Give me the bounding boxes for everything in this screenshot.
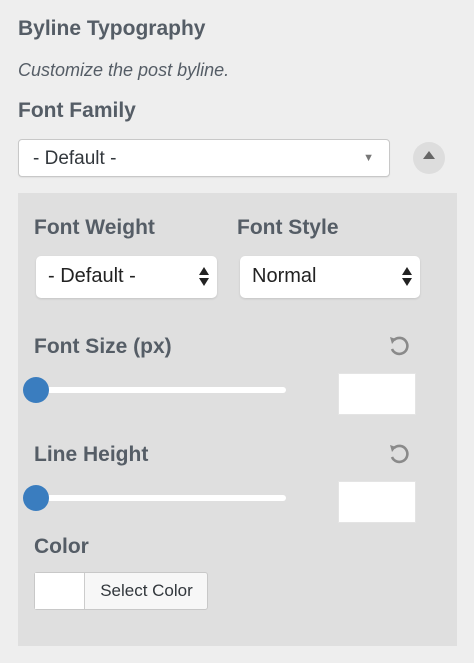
line-height-label: Line Height <box>34 443 149 466</box>
color-swatch[interactable] <box>35 573 85 609</box>
font-style-value: Normal <box>252 265 317 287</box>
font-size-input[interactable] <box>338 373 416 415</box>
undo-icon[interactable] <box>386 441 412 467</box>
advanced-typography-panel: Font Weight - Default - Font Style Norma… <box>18 193 457 646</box>
color-picker[interactable]: Select Color <box>34 572 208 610</box>
font-family-select[interactable]: - Default - ▼ <box>18 139 390 177</box>
select-color-button[interactable]: Select Color <box>86 573 207 609</box>
collapse-toggle-button[interactable] <box>413 142 445 174</box>
typography-settings: Byline Typography Customize the post byl… <box>0 0 474 663</box>
select-arrows-icon <box>402 264 414 290</box>
line-height-input[interactable] <box>338 481 416 523</box>
font-style-label: Font Style <box>237 216 339 239</box>
font-weight-label: Font Weight <box>34 216 155 239</box>
section-description: Customize the post byline. <box>18 60 230 80</box>
font-weight-select[interactable]: - Default - <box>36 256 217 298</box>
line-height-slider-thumb[interactable] <box>23 485 49 511</box>
line-height-slider-track[interactable] <box>34 495 286 501</box>
section-title: Byline Typography <box>18 17 206 40</box>
font-size-slider-track[interactable] <box>34 387 286 393</box>
font-family-label: Font Family <box>18 99 136 122</box>
font-weight-value: - Default - <box>48 265 136 287</box>
select-arrows-icon <box>199 264 211 290</box>
dropdown-caret-icon: ▼ <box>363 152 374 164</box>
font-size-slider-thumb[interactable] <box>23 377 49 403</box>
undo-icon[interactable] <box>386 333 412 359</box>
font-style-select[interactable]: Normal <box>240 256 420 298</box>
chevron-up-icon <box>423 151 435 159</box>
color-label: Color <box>34 535 89 558</box>
font-family-value: - Default - <box>33 148 117 169</box>
font-size-label: Font Size (px) <box>34 335 172 358</box>
